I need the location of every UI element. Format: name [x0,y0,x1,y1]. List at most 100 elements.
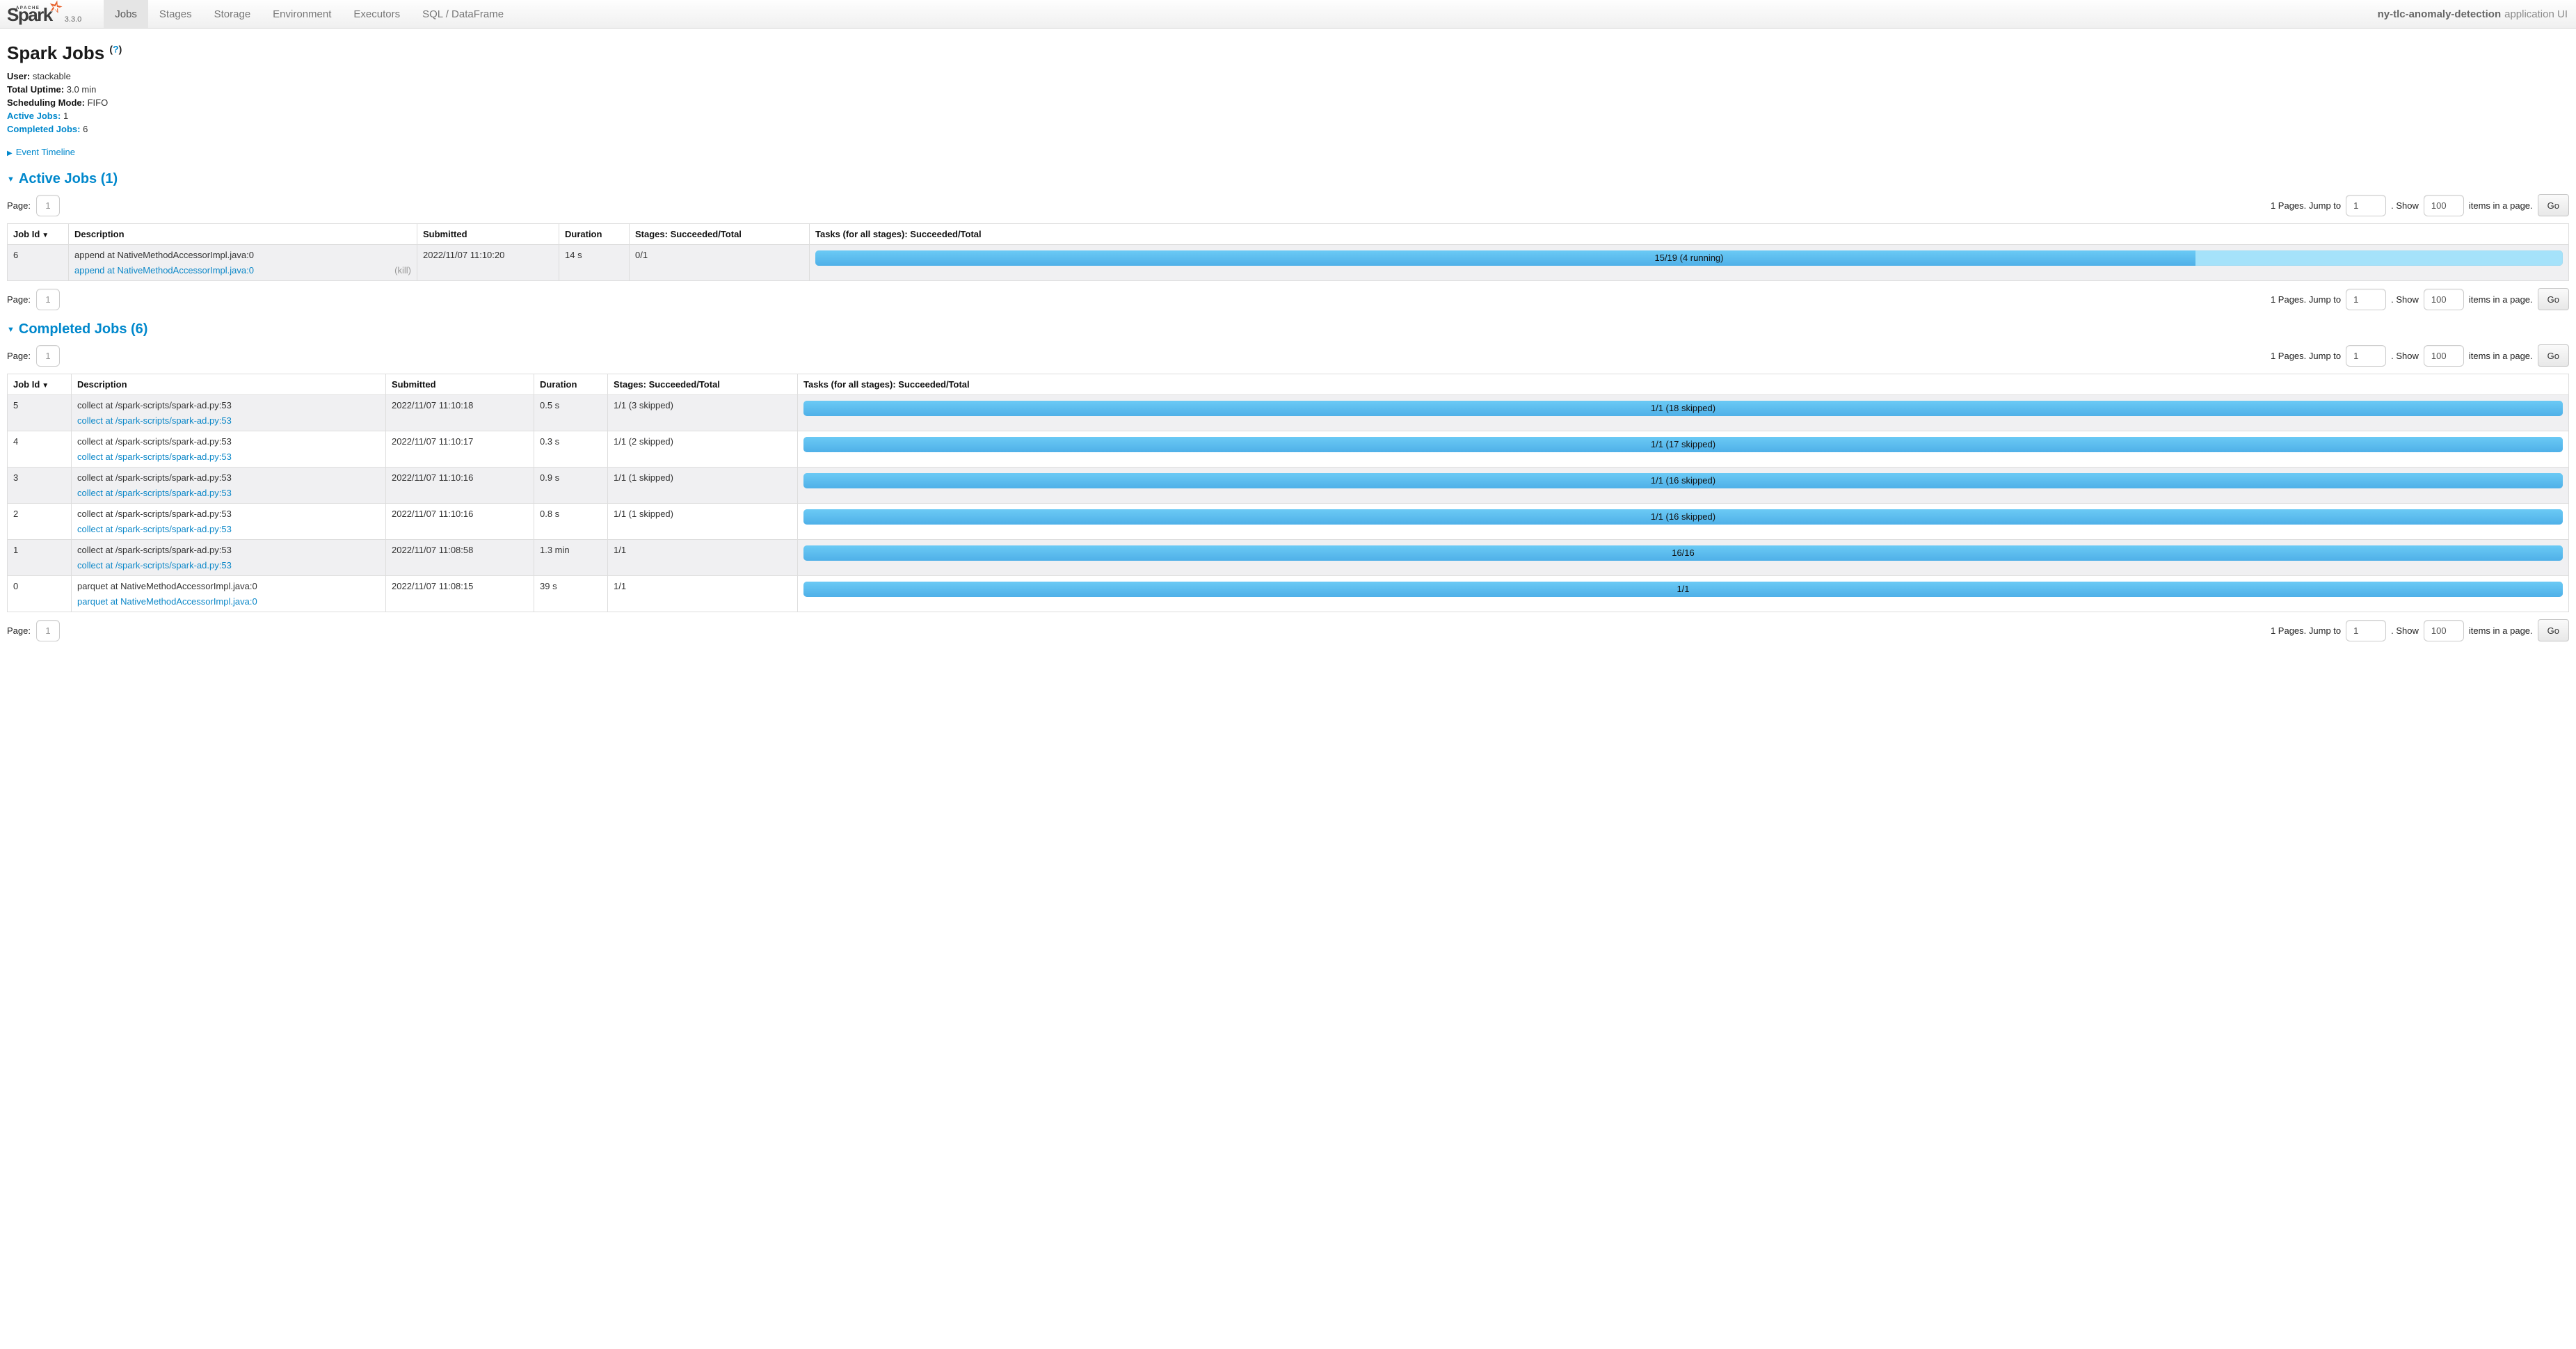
completed-jobs-header[interactable]: ▼Completed Jobs (6) [7,321,2569,337]
tab-stages[interactable]: Stages [148,0,203,28]
page-label: Page: [7,200,31,211]
task-progress-label: 1/1 (18 skipped) [803,401,2563,416]
items-per-page-input[interactable] [2424,620,2464,641]
tab-sql-dataframe[interactable]: SQL / DataFrame [411,0,515,28]
event-timeline-toggle[interactable]: ▶Event Timeline [7,147,2569,157]
jump-to-input[interactable] [2346,289,2386,310]
job-description-cell: collect at /spark-scripts/spark-ad.py:53… [72,431,386,468]
job-detail-link[interactable]: collect at /spark-scripts/spark-ad.py:53 [77,488,232,498]
page-label: Page: [7,294,31,305]
tab-executors[interactable]: Executors [342,0,411,28]
page-label: Page: [7,351,31,361]
job-detail-link[interactable]: collect at /spark-scripts/spark-ad.py:53 [77,415,232,426]
sort-desc-icon: ▼ [42,232,49,239]
column-job-id[interactable]: Job Id▼ [8,224,69,245]
submitted-cell: 2022/11/07 11:08:15 [386,576,534,612]
items-per-page-input[interactable] [2424,195,2464,216]
active-jobs-header[interactable]: ▼Active Jobs (1) [7,171,2569,187]
submitted-cell: 2022/11/07 11:10:20 [417,245,559,281]
jump-to-input[interactable] [2346,195,2386,216]
page-title: Spark Jobs (?) [7,42,2569,64]
application-name: ny-tlc-anomaly-detection [2378,8,2502,20]
help-icon[interactable]: (?) [109,43,122,54]
chevron-right-icon: ▶ [7,150,13,157]
application-suffix: application UI [2504,8,2568,20]
items-per-page-input[interactable] [2424,289,2464,310]
job-description-text: append at NativeMethodAccessorImpl.java:… [74,250,411,260]
job-id-cell: 1 [8,540,72,576]
jump-to-input[interactable] [2346,345,2386,367]
items-label: items in a page. [2469,294,2533,305]
go-button[interactable]: Go [2538,288,2569,310]
job-id-cell: 5 [8,395,72,431]
completed-jobs-table-body: 5 collect at /spark-scripts/spark-ad.py:… [8,395,2569,612]
active-jobs-title: Active Jobs (1) [19,171,118,186]
completed-jobs-table: Job Id▼ Description Submitted Duration S… [7,374,2569,612]
job-description-cell: parquet at NativeMethodAccessorImpl.java… [72,576,386,612]
page-number-input[interactable] [36,620,60,641]
go-button[interactable]: Go [2538,344,2569,367]
items-per-page-input[interactable] [2424,345,2464,367]
page-number-input[interactable] [36,345,60,367]
kill-link[interactable]: (kill) [394,265,411,276]
column-job-id-label: Job Id [13,229,40,239]
go-button[interactable]: Go [2538,619,2569,641]
summary-scheduling-label: Scheduling Mode: [7,97,85,108]
pagination-right: 1 Pages. Jump to . Show items in a page.… [2271,288,2569,310]
column-duration[interactable]: Duration [534,374,608,395]
job-detail-link[interactable]: parquet at NativeMethodAccessorImpl.java… [77,596,257,607]
pagination-active-top: Page: 1 Pages. Jump to . Show items in a… [7,194,2569,216]
event-timeline-label: Event Timeline [16,147,75,157]
job-detail-link[interactable]: collect at /spark-scripts/spark-ad.py:53 [77,452,232,462]
job-description-links: collect at /spark-scripts/spark-ad.py:53 [77,452,380,462]
summary-uptime-value: 3.0 min [67,84,97,95]
active-jobs-table-head: Job Id▼ Description Submitted Duration S… [8,224,2569,245]
job-id-cell: 2 [8,504,72,540]
duration-cell: 39 s [534,576,608,612]
job-detail-link[interactable]: collect at /spark-scripts/spark-ad.py:53 [77,524,232,534]
pagination-right: 1 Pages. Jump to . Show items in a page.… [2271,194,2569,216]
page-number-input[interactable] [36,289,60,310]
column-submitted[interactable]: Submitted [417,224,559,245]
column-tasks[interactable]: Tasks (for all stages): Succeeded/Total [810,224,2569,245]
stages-cell: 0/1 [630,245,810,281]
task-progress-bar: 15/19 (4 running) [815,250,2563,266]
column-submitted[interactable]: Submitted [386,374,534,395]
tab-environment[interactable]: Environment [262,0,342,28]
header-row: Job Id▼ Description Submitted Duration S… [8,374,2569,395]
tab-storage[interactable]: Storage [203,0,262,28]
column-job-id[interactable]: Job Id▼ [8,374,72,395]
column-description[interactable]: Description [69,224,417,245]
tasks-cell: 1/1 [798,576,2569,612]
task-progress-bar: 16/16 [803,545,2563,561]
column-stages[interactable]: Stages: Succeeded/Total [608,374,798,395]
column-tasks[interactable]: Tasks (for all stages): Succeeded/Total [798,374,2569,395]
column-stages[interactable]: Stages: Succeeded/Total [630,224,810,245]
column-description[interactable]: Description [72,374,386,395]
job-description-cell: append at NativeMethodAccessorImpl.java:… [69,245,417,281]
go-button[interactable]: Go [2538,194,2569,216]
page-number-input[interactable] [36,195,60,216]
task-progress-label: 1/1 [803,582,2563,597]
tab-jobs[interactable]: Jobs [104,0,148,28]
job-row: 4 collect at /spark-scripts/spark-ad.py:… [8,431,2569,468]
job-detail-link[interactable]: collect at /spark-scripts/spark-ad.py:53 [77,560,232,570]
job-description-links: collect at /spark-scripts/spark-ad.py:53 [77,415,380,426]
job-row: 2 collect at /spark-scripts/spark-ad.py:… [8,504,2569,540]
jump-to-input[interactable] [2346,620,2386,641]
column-duration[interactable]: Duration [559,224,630,245]
pagination-completed-top: Page: 1 Pages. Jump to . Show items in a… [7,344,2569,367]
summary-active-jobs-link[interactable]: Active Jobs: [7,111,61,121]
tasks-cell: 15/19 (4 running) [810,245,2569,281]
summary-completed-jobs-link[interactable]: Completed Jobs: [7,124,80,134]
page-content: Spark Jobs (?) User: stackable Total Upt… [0,42,2576,661]
tasks-cell: 1/1 (18 skipped) [798,395,2569,431]
help-question-link[interactable]: ? [113,43,119,54]
sort-desc-icon: ▼ [42,382,49,390]
summary-completed-jobs: Completed Jobs: 6 [7,124,2569,134]
job-description-text: collect at /spark-scripts/spark-ad.py:53 [77,400,380,410]
job-detail-link[interactable]: append at NativeMethodAccessorImpl.java:… [74,265,254,276]
pages-jump-label: 1 Pages. Jump to [2271,200,2341,211]
spark-star-icon: ★ ★ [46,0,66,18]
pages-jump-label: 1 Pages. Jump to [2271,351,2341,361]
